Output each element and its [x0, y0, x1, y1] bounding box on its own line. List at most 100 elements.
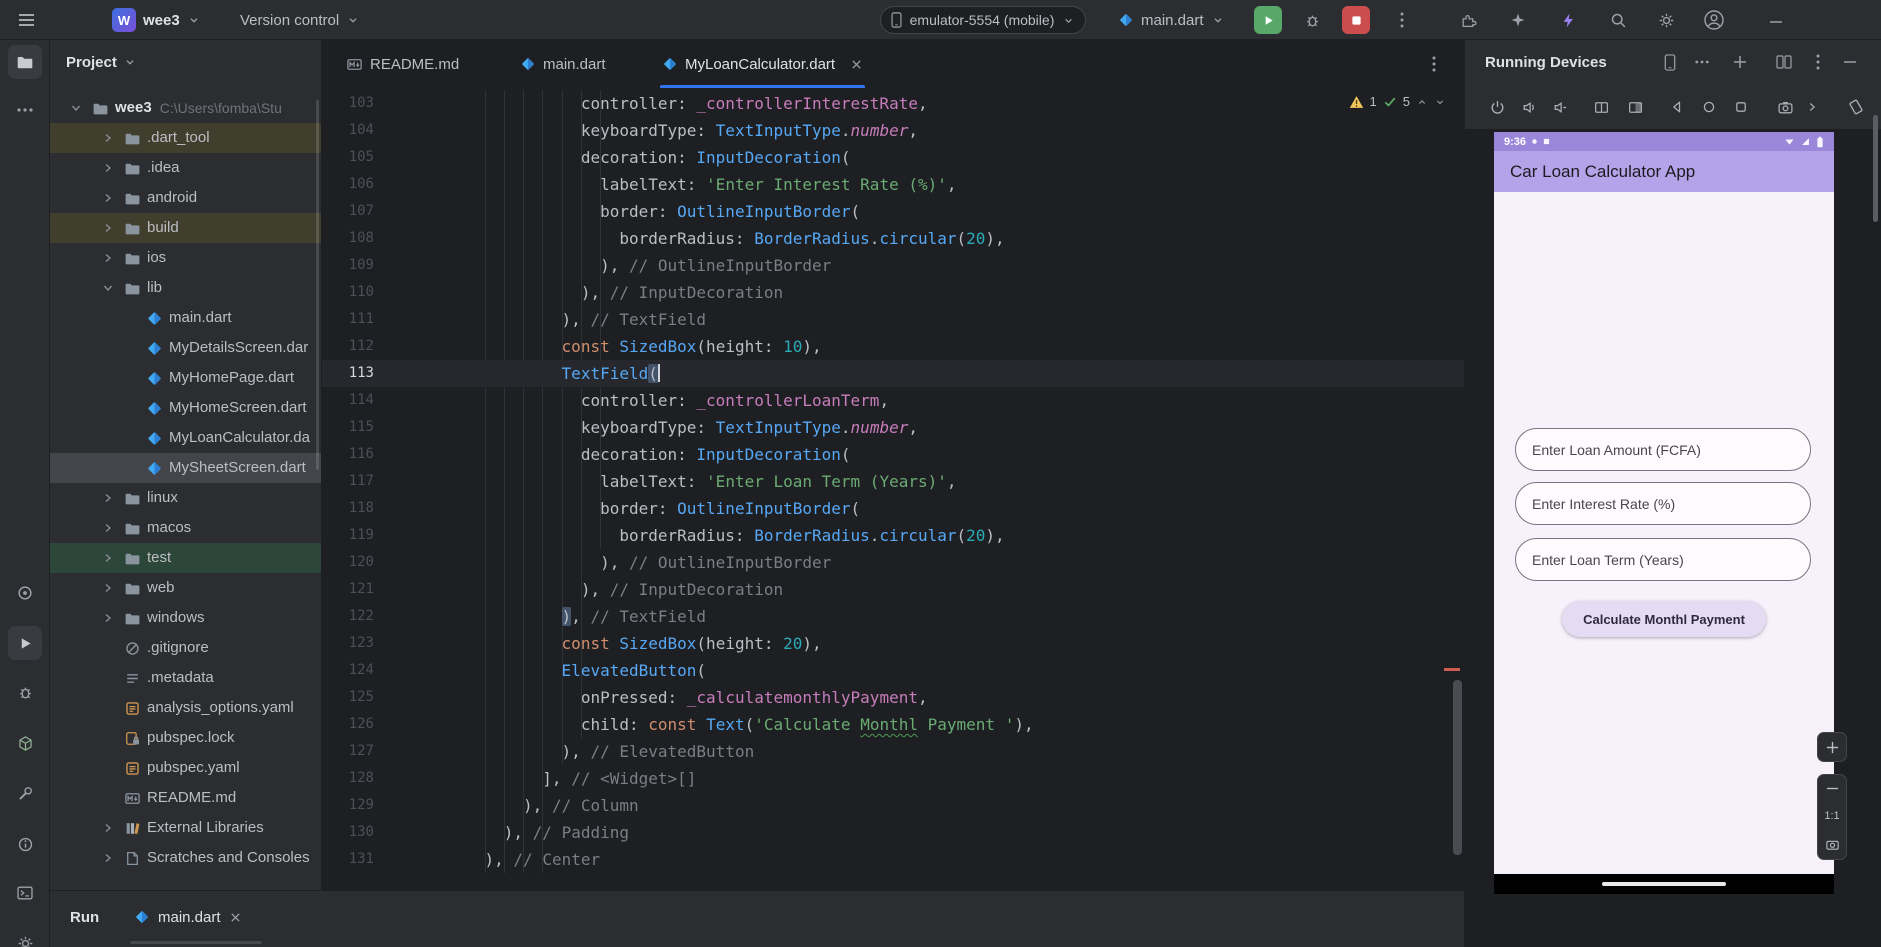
fold-device-button[interactable] [1589, 95, 1613, 119]
line-number[interactable]: 103 [322, 90, 374, 117]
code-line-123[interactable]: 123const SizedBox(height: 20), [322, 630, 1464, 657]
calculate-button[interactable]: Calculate Monthl Payment [1562, 601, 1766, 637]
code-line-114[interactable]: 114controller: _controllerLoanTerm, [322, 387, 1464, 414]
tree-item-windows[interactable]: windows [50, 603, 321, 633]
search-everywhere-button[interactable] [1604, 6, 1632, 34]
chevron-right-icon[interactable] [100, 130, 116, 146]
chevron-up-icon[interactable] [1416, 96, 1428, 108]
device-selector[interactable]: emulator-5554 (mobile) [880, 6, 1086, 34]
line-number[interactable]: 120 [322, 549, 374, 576]
terminal-tool-button[interactable] [8, 876, 42, 910]
interest-rate-field[interactable]: Enter Interest Rate (%) [1515, 482, 1811, 525]
home-indicator[interactable] [1602, 882, 1726, 886]
run-configuration-widget[interactable]: main.dart [1118, 0, 1225, 40]
code-line-131[interactable]: 131), // Center [322, 846, 1464, 873]
device-dropdown-button[interactable] [1657, 49, 1683, 75]
run-tab-main-dart[interactable]: main.dart [134, 891, 242, 943]
line-number[interactable]: 126 [322, 711, 374, 738]
tree-item-pubspec-lock[interactable]: pubspec.lock [50, 723, 321, 753]
code-line-103[interactable]: 103controller: _controllerInterestRate, [322, 90, 1464, 117]
close-icon[interactable] [850, 58, 863, 71]
chevron-right-icon[interactable] [100, 520, 116, 536]
code-line-105[interactable]: 105decoration: InputDecoration( [322, 144, 1464, 171]
code-line-129[interactable]: 129), // Column [322, 792, 1464, 819]
line-number[interactable]: 109 [322, 252, 374, 279]
devices-more-button[interactable] [1689, 49, 1715, 75]
project-tool-button[interactable] [8, 45, 42, 79]
bottom-settings-button[interactable] [8, 926, 42, 947]
code-line-122[interactable]: 122), // TextField [322, 603, 1464, 630]
version-control-widget[interactable]: Version control [240, 0, 360, 40]
tree-item-web[interactable]: web [50, 573, 321, 603]
tree-item-lib[interactable]: lib [50, 273, 321, 303]
tree-item-analysis-options-yaml[interactable]: analysis_options.yaml [50, 693, 321, 723]
line-number[interactable]: 124 [322, 657, 374, 684]
tab-bar-more-button[interactable] [1422, 40, 1446, 88]
code-line-127[interactable]: 127), // ElevatedButton [322, 738, 1464, 765]
loan-amount-field[interactable]: Enter Loan Amount (FCFA) [1515, 428, 1811, 471]
close-icon[interactable] [229, 911, 242, 924]
code-editor[interactable]: 103controller: _controllerInterestRate,1… [322, 88, 1464, 890]
tree-item--dart-tool[interactable]: .dart_tool [50, 123, 321, 153]
chevron-right-icon[interactable] [100, 220, 116, 236]
zoom-in-button[interactable] [1817, 732, 1847, 762]
plugins-button[interactable] [1454, 6, 1482, 34]
panel-scrollbar[interactable] [1873, 115, 1878, 222]
tree-item-wee3[interactable]: wee3C:\Users\fomba\Stu [50, 93, 321, 123]
ai-sparkle-button[interactable] [1504, 6, 1532, 34]
tab-readme[interactable]: README.md [336, 40, 469, 88]
line-number[interactable]: 111 [322, 306, 374, 333]
line-number[interactable]: 104 [322, 117, 374, 144]
add-device-button[interactable] [1727, 49, 1753, 75]
split-view-button[interactable] [1771, 49, 1797, 75]
chevron-right-icon[interactable] [100, 550, 116, 566]
settings-button[interactable] [1652, 6, 1680, 34]
chevron-right-icon[interactable] [100, 160, 116, 176]
code-line-106[interactable]: 106labelText: 'Enter Interest Rate (%)', [322, 171, 1464, 198]
line-number[interactable]: 125 [322, 684, 374, 711]
chevron-right-icon[interactable] [100, 490, 116, 506]
tree-item-test[interactable]: test [50, 543, 321, 573]
debug-tool-button[interactable] [8, 675, 42, 709]
tree-item-pubspec-yaml[interactable]: pubspec.yaml [50, 753, 321, 783]
line-number[interactable]: 116 [322, 441, 374, 468]
line-number[interactable]: 127 [322, 738, 374, 765]
volume-down-button[interactable] [1548, 95, 1572, 119]
code-line-115[interactable]: 115keyboardType: TextInputType.number, [322, 414, 1464, 441]
line-number[interactable]: 121 [322, 576, 374, 603]
line-number[interactable]: 123 [322, 630, 374, 657]
line-number[interactable]: 117 [322, 468, 374, 495]
tree-item-ios[interactable]: ios [50, 243, 321, 273]
volume-up-button[interactable] [1517, 95, 1541, 119]
hamburger-menu-icon[interactable] [12, 6, 40, 34]
code-line-112[interactable]: 112const SizedBox(height: 10), [322, 333, 1464, 360]
hide-panel-button[interactable] [1837, 49, 1863, 75]
tab-main-dart[interactable]: main.dart [510, 40, 616, 88]
code-line-119[interactable]: 119borderRadius: BorderRadius.circular(2… [322, 522, 1464, 549]
line-number[interactable]: 129 [322, 792, 374, 819]
code-line-108[interactable]: 108borderRadius: BorderRadius.circular(2… [322, 225, 1464, 252]
code-line-130[interactable]: 130), // Padding [322, 819, 1464, 846]
line-number[interactable]: 106 [322, 171, 374, 198]
back-button[interactable] [1665, 95, 1689, 119]
code-line-128[interactable]: 128], // <Widget>[] [322, 765, 1464, 792]
code-line-113[interactable]: 113TextField( [322, 360, 1464, 387]
build-tool-button[interactable] [8, 776, 42, 810]
line-number[interactable]: 110 [322, 279, 374, 306]
code-line-120[interactable]: 120), // OutlineInputBorder [322, 549, 1464, 576]
code-line-121[interactable]: 121), // InputDecoration [322, 576, 1464, 603]
line-number[interactable]: 107 [322, 198, 374, 225]
chevron-right-icon[interactable] [100, 610, 116, 626]
line-number[interactable]: 130 [322, 819, 374, 846]
line-number[interactable]: 118 [322, 495, 374, 522]
screenshot-button[interactable] [1773, 95, 1797, 119]
editor-scrollbar[interactable] [1453, 680, 1462, 855]
profile-button[interactable] [1700, 6, 1728, 34]
chevron-right-icon[interactable] [100, 850, 116, 866]
tree-item-main-dart[interactable]: main.dart [50, 303, 321, 333]
dependencies-tool-button[interactable] [8, 576, 42, 610]
project-panel-header[interactable]: Project [50, 40, 137, 84]
tree-item-build[interactable]: build [50, 213, 321, 243]
line-number[interactable]: 114 [322, 387, 374, 414]
problems-tool-button[interactable] [8, 827, 42, 861]
